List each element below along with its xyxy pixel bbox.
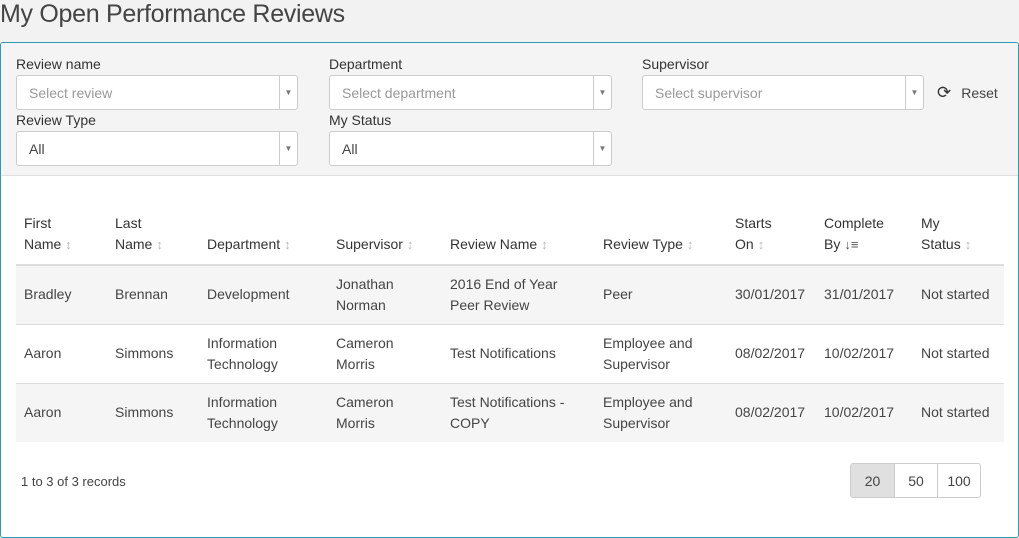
column-header-label: Supervisor (336, 236, 403, 252)
my-status-select[interactable]: All ▼ (329, 131, 612, 166)
column-header-label: On (735, 236, 754, 252)
department-placeholder: Select department (342, 84, 456, 101)
column-header-line1: My (921, 215, 940, 231)
table-cell: Cameron Morris (328, 323, 442, 383)
table-cell: Jonathan Norman (328, 264, 442, 324)
column-header[interactable]: Supervisor ↕ (328, 213, 442, 266)
table-cell: Development (199, 264, 328, 324)
table-cell: Test Notifications - COPY (442, 382, 595, 442)
supervisor-placeholder: Select supervisor (655, 84, 763, 101)
chevron-down-icon[interactable]: ▼ (279, 76, 297, 109)
table-cell: Test Notifications (442, 323, 595, 383)
supervisor-select[interactable]: Select supervisor ▼ (642, 75, 924, 110)
column-header-label: Name (115, 236, 153, 252)
table-cell: 08/02/2017 (727, 323, 816, 383)
column-header[interactable]: Complete By ↓≡ (816, 213, 913, 266)
review-type-select[interactable]: All ▼ (16, 131, 298, 166)
review-name-placeholder: Select review (29, 84, 113, 101)
table-cell: Bradley (16, 264, 107, 324)
table-cell: Brennan (107, 264, 199, 324)
column-header[interactable]: First Name ↕ (16, 213, 107, 266)
table-cell: Cameron Morris (328, 382, 442, 442)
column-header-line1: Complete (824, 215, 884, 231)
table-cell: 30/01/2017 (727, 264, 816, 324)
table-cell: 31/01/2017 (816, 264, 913, 324)
table-cell: 10/02/2017 (816, 323, 913, 383)
table-cell: Not started (913, 382, 1004, 442)
column-header-line1: First (24, 215, 52, 231)
review-type-label: Review Type (16, 112, 96, 128)
sort-ascending-icon[interactable]: ↓≡ (844, 237, 858, 252)
table-cell: Information Technology (199, 323, 328, 383)
record-count: 1 to 3 of 3 records (21, 474, 126, 489)
table-row[interactable]: Aaron Simmons Information Technology Camero… (16, 382, 1004, 442)
table-cell: Simmons (107, 323, 199, 383)
table-cell: Employee and Supervisor (595, 323, 727, 383)
my-status-label: My Status (329, 112, 392, 128)
table-cell: Aaron (16, 382, 107, 442)
column-header[interactable]: Starts On ↕ (727, 213, 816, 266)
column-header-label: Review Type (603, 236, 683, 252)
chevron-down-icon[interactable]: ▼ (593, 76, 611, 109)
sort-icon[interactable]: ↕ (284, 237, 291, 252)
reset-button[interactable]: ⟳ Reset (937, 83, 998, 103)
table-cell: 08/02/2017 (727, 382, 816, 442)
column-header[interactable]: Department ↕ (199, 213, 328, 266)
page-title: My Open Performance Reviews (0, 0, 345, 28)
table-cell: Information Technology (199, 382, 328, 442)
filter-bar: Review name Select review ▼ Department Se… (1, 43, 1018, 176)
department-label: Department (329, 56, 403, 72)
sort-icon[interactable]: ↕ (65, 237, 72, 252)
my-status-value: All (342, 140, 358, 157)
sort-icon[interactable]: ↕ (407, 237, 414, 252)
review-name-label: Review name (16, 56, 101, 72)
column-header-label: Status (921, 236, 961, 252)
page-size-50-button[interactable]: 50 (894, 464, 937, 497)
column-header[interactable]: Last Name ↕ (107, 213, 199, 266)
page-size-100-button[interactable]: 100 (937, 464, 980, 497)
column-header[interactable]: Review Type ↕ (595, 213, 727, 266)
refresh-icon: ⟳ (937, 83, 952, 102)
department-select[interactable]: Select department ▼ (329, 75, 612, 110)
chevron-down-icon[interactable]: ▼ (279, 132, 297, 165)
sort-icon[interactable]: ↕ (687, 237, 694, 252)
column-header-line1: Starts (735, 215, 772, 231)
table-cell: 2016 End of Year Peer Review (442, 264, 595, 324)
sort-icon[interactable]: ↕ (758, 237, 765, 252)
supervisor-label: Supervisor (642, 56, 709, 72)
column-header-label: Name (24, 236, 62, 252)
chevron-down-icon[interactable]: ▼ (905, 76, 923, 109)
table-cell: Simmons (107, 382, 199, 442)
page-size-selector: 20 50 100 (850, 463, 981, 498)
sort-icon[interactable]: ↕ (541, 237, 548, 252)
chevron-down-icon[interactable]: ▼ (593, 132, 611, 165)
sort-icon[interactable]: ↕ (156, 237, 163, 252)
table-row[interactable]: Aaron Simmons Information Technology Camero… (16, 323, 1004, 383)
table-cell: Not started (913, 264, 1004, 324)
page-size-20-button[interactable]: 20 (851, 464, 894, 497)
reviews-panel: Review name Select review ▼ Department Se… (0, 42, 1019, 538)
table-cell: Aaron (16, 323, 107, 383)
table-cell: Employee and Supervisor (595, 382, 727, 442)
table-header-row: First Name ↕ Last Name ↕ Department ↕ Supervisor… (16, 213, 1004, 266)
sort-icon[interactable]: ↕ (965, 237, 972, 252)
reviews-table: First Name ↕ Last Name ↕ Department ↕ Supervisor… (16, 213, 1004, 442)
table-row[interactable]: Bradley Brennan Development Jonathan Norman… (16, 264, 1004, 324)
column-header-line1: Last (115, 215, 142, 231)
reset-label: Reset (961, 85, 998, 101)
table-cell: Peer (595, 264, 727, 324)
column-header-label: Department (207, 236, 281, 252)
review-type-value: All (29, 140, 45, 157)
column-header-label: Review Name (450, 236, 538, 252)
review-name-select[interactable]: Select review ▼ (16, 75, 298, 110)
table-cell: 10/02/2017 (816, 382, 913, 442)
column-header-label: By (824, 236, 841, 252)
column-header[interactable]: Review Name ↕ (442, 213, 595, 266)
column-header[interactable]: My Status ↕ (913, 213, 1004, 266)
table-cell: Not started (913, 323, 1004, 383)
